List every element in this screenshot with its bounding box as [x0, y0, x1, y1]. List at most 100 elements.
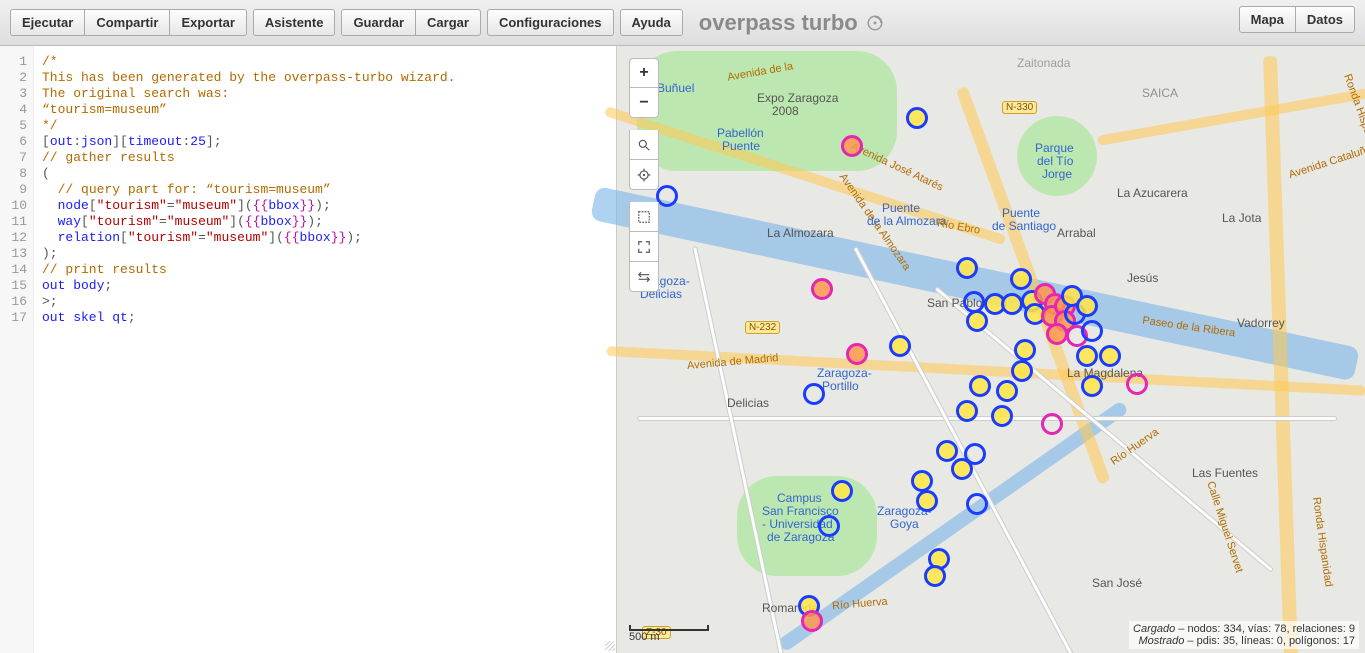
- poi-marker[interactable]: [1076, 345, 1098, 367]
- load-button[interactable]: Cargar: [415, 9, 481, 36]
- code-line[interactable]: );: [42, 246, 608, 262]
- code-line[interactable]: The original search was:: [42, 86, 608, 102]
- bbox-icon: [637, 210, 651, 224]
- search-button[interactable]: [629, 130, 659, 160]
- code-line[interactable]: out skel qt;: [42, 310, 608, 326]
- locate-icon: [637, 168, 651, 182]
- map-label: Campus: [777, 491, 822, 505]
- poi-marker[interactable]: [841, 135, 863, 157]
- poi-marker[interactable]: [916, 490, 938, 512]
- code-line[interactable]: This has been generated by the overpass-…: [42, 70, 608, 86]
- poi-marker[interactable]: [1081, 375, 1103, 397]
- poi-marker[interactable]: [966, 493, 988, 515]
- poi-marker[interactable]: [811, 278, 833, 300]
- poi-marker[interactable]: [831, 480, 853, 502]
- map-canvas[interactable]: BuñuelAvenida de laExpo Zaragoza2008Pabe…: [617, 46, 1365, 653]
- poi-marker[interactable]: [1014, 339, 1036, 361]
- tab-map[interactable]: Mapa: [1239, 6, 1296, 33]
- code-line[interactable]: // gather results: [42, 150, 608, 166]
- map-label: de la Almozara: [867, 214, 946, 228]
- code-line[interactable]: node["tourism"="museum"]({{bbox}});: [42, 198, 608, 214]
- map-label: de Santiago: [992, 219, 1056, 233]
- map-label: Puente: [882, 201, 920, 215]
- wizard-button[interactable]: Asistente: [253, 9, 336, 36]
- poi-marker[interactable]: [803, 383, 825, 405]
- poi-marker[interactable]: [1126, 373, 1148, 395]
- map-label: Buñuel: [657, 81, 694, 95]
- poi-marker[interactable]: [656, 185, 678, 207]
- poi-marker[interactable]: [818, 515, 840, 537]
- highway-shield: N-232: [745, 321, 780, 334]
- map-label: Zaragoza-: [817, 366, 872, 380]
- code-line[interactable]: out body;: [42, 278, 608, 294]
- code-line[interactable]: relation["tourism"="museum"]({{bbox}});: [42, 230, 608, 246]
- code-line[interactable]: // query part for: “tourism=museum”: [42, 182, 608, 198]
- map-label: San José: [1092, 576, 1142, 590]
- code-line[interactable]: way["tourism"="museum"]({{bbox}});: [42, 214, 608, 230]
- poi-marker[interactable]: [906, 107, 928, 129]
- poi-marker[interactable]: [1041, 413, 1063, 435]
- poi-marker[interactable]: [996, 380, 1018, 402]
- share-button[interactable]: Compartir: [84, 9, 170, 36]
- settings-button[interactable]: Configuraciones: [487, 9, 614, 36]
- bbox-select-button[interactable]: [629, 202, 659, 232]
- poi-marker[interactable]: [924, 565, 946, 587]
- main-toolbar: Ejecutar Compartir Exportar Asistente Gu…: [0, 0, 1365, 46]
- map-label: Jesús: [1127, 271, 1158, 285]
- poi-marker[interactable]: [1010, 268, 1032, 290]
- map-label: Zaitonada: [1017, 56, 1070, 70]
- map-label: Vadorrey: [1237, 316, 1285, 330]
- code-line[interactable]: /*: [42, 54, 608, 70]
- map-label: Portillo: [822, 379, 859, 393]
- map-label: La Jota: [1222, 211, 1261, 225]
- poi-marker[interactable]: [956, 257, 978, 279]
- code-line[interactable]: [out:json][timeout:25];: [42, 134, 608, 150]
- toggle-data-button[interactable]: [629, 262, 659, 292]
- run-button[interactable]: Ejecutar: [10, 9, 85, 36]
- turbo-icon: [866, 14, 884, 32]
- poi-marker[interactable]: [1001, 293, 1023, 315]
- map-label: La Almozara: [767, 226, 834, 240]
- zoom-in-button[interactable]: +: [629, 58, 659, 88]
- poi-marker[interactable]: [911, 470, 933, 492]
- poi-marker[interactable]: [964, 443, 986, 465]
- fullscreen-button[interactable]: [629, 232, 659, 262]
- line-gutter: 1234567891011121314151617: [0, 46, 34, 653]
- resize-handle-icon[interactable]: [605, 641, 615, 651]
- poi-marker[interactable]: [966, 310, 988, 332]
- locate-button[interactable]: [629, 160, 659, 190]
- map-label: del Tío: [1037, 154, 1073, 168]
- query-editor[interactable]: 1234567891011121314151617 /*This has bee…: [0, 46, 617, 653]
- poi-marker[interactable]: [936, 440, 958, 462]
- poi-marker[interactable]: [956, 400, 978, 422]
- map-label: Arrabal: [1057, 226, 1096, 240]
- poi-marker[interactable]: [1081, 320, 1103, 342]
- save-button[interactable]: Guardar: [341, 9, 416, 36]
- help-button[interactable]: Ayuda: [620, 9, 683, 36]
- view-switch: Mapa Datos: [1239, 6, 1355, 33]
- poi-marker[interactable]: [1076, 295, 1098, 317]
- code-line[interactable]: (: [42, 166, 608, 182]
- map-label: Goya: [890, 517, 919, 531]
- poi-marker[interactable]: [846, 343, 868, 365]
- code-area[interactable]: /*This has been generated by the overpas…: [34, 46, 616, 653]
- code-line[interactable]: >;: [42, 294, 608, 310]
- poi-marker[interactable]: [1011, 360, 1033, 382]
- code-line[interactable]: “tourism=museum”: [42, 102, 608, 118]
- poi-marker[interactable]: [991, 405, 1013, 427]
- map-label: Delicias: [727, 396, 769, 410]
- poi-marker[interactable]: [889, 335, 911, 357]
- code-line[interactable]: // print results: [42, 262, 608, 278]
- app-title: overpass turbo: [699, 10, 884, 36]
- toggle-icon: [637, 270, 651, 284]
- poi-marker[interactable]: [969, 375, 991, 397]
- export-button[interactable]: Exportar: [169, 9, 246, 36]
- zoom-out-button[interactable]: −: [629, 88, 659, 118]
- poi-marker[interactable]: [1099, 345, 1121, 367]
- poi-marker[interactable]: [1046, 323, 1068, 345]
- poi-marker[interactable]: [801, 610, 823, 632]
- tab-data[interactable]: Datos: [1295, 6, 1355, 33]
- code-line[interactable]: */: [42, 118, 608, 134]
- map-panel[interactable]: Mapa Datos BuñuelAvenida de laExpo Zarag…: [617, 46, 1365, 653]
- fullscreen-icon: [637, 240, 651, 254]
